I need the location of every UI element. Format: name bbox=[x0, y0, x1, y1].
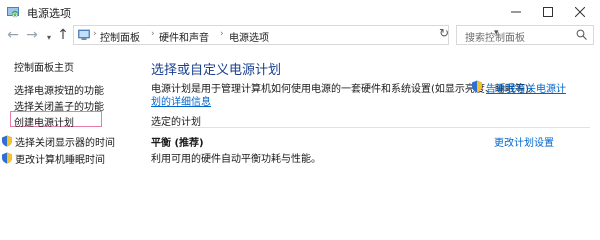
shield-icon bbox=[2, 135, 12, 147]
sidebar-item-power-button[interactable]: 选择电源按钮的功能 bbox=[14, 82, 104, 97]
plan-description: 利用可用的硬件自动平衡功耗与性能。 bbox=[151, 154, 321, 165]
search-input[interactable]: 搜索控制面板 bbox=[465, 29, 525, 44]
refresh-icon: ↻ bbox=[438, 26, 450, 40]
forward-button[interactable]: → bbox=[24, 25, 40, 45]
arrow-right-icon: → bbox=[26, 27, 38, 43]
maximize-icon bbox=[543, 7, 553, 17]
divider bbox=[151, 127, 590, 128]
sidebar-item-label: 选择关闭显示器的时间 bbox=[15, 138, 115, 149]
sidebar-item-display-off[interactable]: 选择关闭显示器的时间 bbox=[1, 134, 115, 149]
power-options-icon bbox=[7, 7, 19, 18]
arrow-up-icon: ↑ bbox=[57, 27, 69, 43]
maximize-button[interactable] bbox=[538, 2, 558, 22]
page-title: 选择或自定义电源计划 bbox=[151, 63, 282, 78]
back-button[interactable]: ← bbox=[5, 25, 21, 45]
search-icon[interactable] bbox=[576, 29, 587, 40]
breadcrumb-power-options[interactable]: 电源选项 bbox=[229, 29, 269, 44]
plan-name[interactable]: 平衡 (推荐) bbox=[151, 134, 204, 149]
navigation-bar: ← → ▾ ↑ › 控制面板 › 硬件和声音 › 电源选项 ▾ ↻ 搜索控制面板 bbox=[0, 24, 600, 48]
breadcrumb-hardware-sound[interactable]: 硬件和声音 bbox=[159, 29, 209, 44]
minimize-button[interactable] bbox=[506, 2, 526, 22]
learn-more-link[interactable]: 告诉我有关电源计 bbox=[486, 80, 566, 95]
search-box[interactable]: 搜索控制面板 bbox=[456, 25, 594, 45]
window-title: 电源选项 bbox=[27, 7, 71, 20]
shield-icon bbox=[472, 80, 482, 93]
control-panel-icon bbox=[78, 29, 90, 40]
refresh-button[interactable]: ↻ bbox=[436, 25, 452, 41]
title-bar: 电源选项 bbox=[0, 0, 600, 24]
up-button[interactable]: ↑ bbox=[55, 25, 71, 45]
sidebar-item-sleep-time[interactable]: 更改计算机睡眠时间 bbox=[1, 151, 105, 166]
breadcrumb-separator: › bbox=[151, 29, 155, 39]
breadcrumb-control-panel[interactable]: 控制面板 bbox=[100, 29, 140, 44]
selected-plans-heading: 选定的计划 bbox=[151, 117, 201, 128]
shield-icon bbox=[2, 152, 12, 164]
change-plan-settings-link[interactable]: 更改计划设置 bbox=[494, 134, 554, 149]
close-button[interactable] bbox=[570, 2, 590, 22]
close-icon bbox=[575, 7, 585, 17]
breadcrumb-separator: › bbox=[93, 29, 97, 39]
chevron-down-icon: ▾ bbox=[46, 32, 51, 42]
minimize-icon bbox=[511, 11, 521, 13]
address-bar[interactable]: › 控制面板 › 硬件和声音 › 电源选项 ▾ bbox=[73, 25, 499, 45]
sidebar-item-create-plan[interactable]: 创建电源计划 bbox=[14, 114, 74, 129]
learn-more-link-continued[interactable]: 划的详细信息 bbox=[151, 93, 211, 108]
sidebar-item-control-panel-home[interactable]: 控制面板主页 bbox=[14, 59, 74, 74]
breadcrumb-separator: › bbox=[220, 29, 224, 39]
sidebar-item-label: 更改计算机睡眠时间 bbox=[15, 155, 105, 166]
sidebar-item-lid-close[interactable]: 选择关闭盖子的功能 bbox=[14, 98, 104, 113]
arrow-left-icon: ← bbox=[7, 27, 19, 43]
